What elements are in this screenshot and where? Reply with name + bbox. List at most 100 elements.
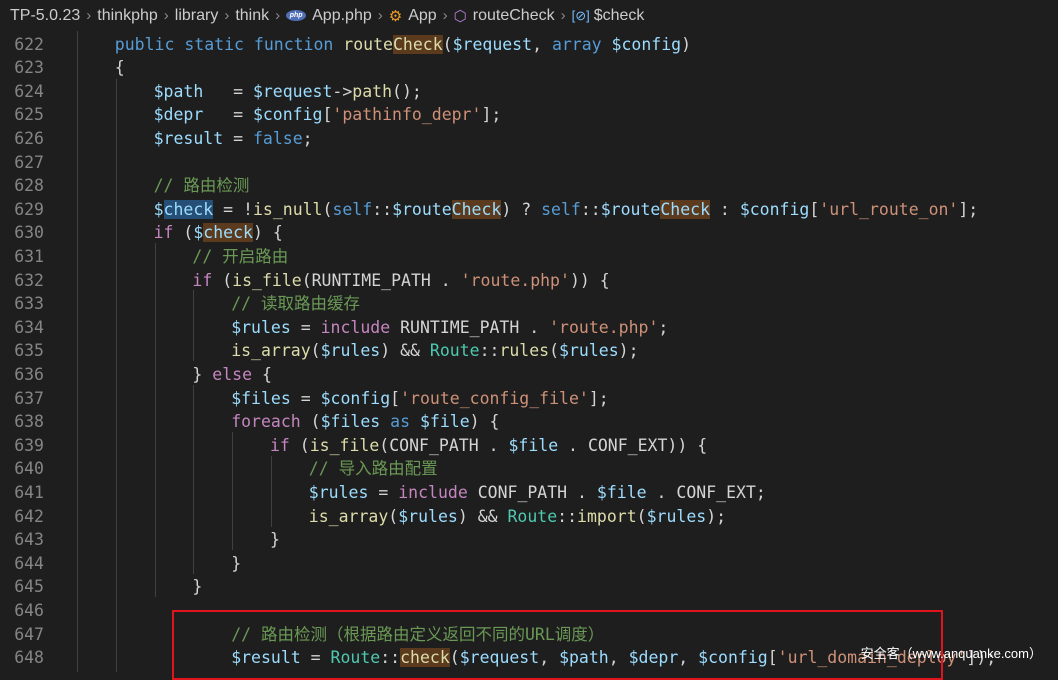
code-token: path bbox=[352, 81, 393, 101]
code-text: if (is_file(CONF_PATH . $file . CONF_EXT… bbox=[270, 434, 707, 458]
code-token: . bbox=[430, 270, 461, 290]
code-text: } else { bbox=[192, 363, 272, 387]
code-token: -> bbox=[332, 81, 353, 101]
code-token: ( bbox=[388, 506, 399, 526]
line-number: 634 bbox=[14, 317, 44, 337]
code-line: 627 bbox=[0, 151, 1058, 175]
code-text: if (is_file(RUNTIME_PATH . 'route.php'))… bbox=[192, 269, 609, 293]
code-line: 633 // 读取路由缓存 bbox=[0, 292, 1058, 316]
code-token: if bbox=[153, 223, 174, 243]
breadcrumb-item-project[interactable]: TP-5.0.23 bbox=[10, 7, 80, 25]
code-token: $config bbox=[252, 105, 323, 125]
code-token: )) { bbox=[569, 270, 610, 290]
code-token: ; bbox=[658, 317, 669, 337]
code-token: = bbox=[368, 482, 399, 502]
code-token: ) { bbox=[252, 223, 283, 243]
code-token: $route bbox=[600, 199, 661, 219]
code-token: (); bbox=[392, 81, 422, 101]
code-token: CONF_PATH bbox=[389, 435, 479, 455]
code-token: [ bbox=[322, 105, 333, 125]
line-number: 623 bbox=[14, 58, 44, 78]
code-token: false bbox=[252, 128, 303, 148]
code-token: ; bbox=[302, 128, 313, 148]
code-token: } bbox=[231, 553, 242, 573]
code-token: Route bbox=[429, 341, 480, 361]
code-token: ) && bbox=[380, 341, 430, 361]
code-token: ( bbox=[300, 412, 321, 432]
code-line: 629 $check = !is_null(self::$routeCheck) … bbox=[0, 198, 1058, 222]
code-token: route bbox=[343, 34, 393, 54]
breadcrumb-item-think[interactable]: think bbox=[235, 7, 269, 25]
line-number: 633 bbox=[14, 294, 44, 314]
code-token: is_array bbox=[231, 341, 311, 361]
code-text: $rules = include RUNTIME_PATH . 'route.p… bbox=[231, 316, 668, 340]
code-token: : bbox=[710, 199, 740, 219]
code-text: // 读取路由缓存 bbox=[231, 292, 360, 316]
code-editor[interactable]: 622 public static function routeCheck($re… bbox=[0, 31, 1058, 672]
code-token: = bbox=[300, 648, 331, 668]
code-token: CONF_PATH bbox=[477, 482, 568, 502]
line-number: 638 bbox=[14, 412, 44, 432]
code-line: 645} bbox=[0, 575, 1058, 599]
code-text: $result = false; bbox=[154, 127, 313, 151]
code-token: ); bbox=[706, 506, 727, 526]
code-token: = bbox=[223, 128, 253, 148]
class-icon: ⚙ bbox=[388, 7, 403, 25]
code-token: is_file bbox=[309, 435, 380, 455]
code-token: $result bbox=[153, 128, 224, 148]
code-token: . bbox=[567, 482, 597, 502]
breadcrumb-item-variable[interactable]: $check bbox=[594, 7, 645, 25]
code-token: , bbox=[678, 648, 699, 668]
code-token: // 路由检测（根据路由定义返回不同的URL调度） bbox=[231, 624, 605, 644]
watermark: 安全客（www.anquanke.com） bbox=[860, 646, 1042, 661]
line-number: 626 bbox=[14, 128, 44, 148]
code-token: :: bbox=[479, 341, 500, 361]
code-token: ( bbox=[636, 506, 647, 526]
breadcrumb-item-class[interactable]: App bbox=[408, 7, 436, 25]
code-token: RUNTIME_PATH bbox=[400, 317, 520, 337]
code-token: ( bbox=[173, 223, 194, 243]
code-token: } bbox=[270, 530, 280, 550]
code-token: $depr bbox=[153, 105, 204, 125]
method-icon: ⬡ bbox=[453, 7, 467, 25]
code-token: 'route.php' bbox=[549, 317, 659, 337]
breadcrumb-item-library[interactable]: library bbox=[175, 7, 219, 25]
code-text: } bbox=[192, 575, 202, 599]
code-token: ); bbox=[618, 341, 639, 361]
code-token: Check bbox=[392, 34, 443, 54]
code-token: CONF_EXT bbox=[676, 482, 756, 502]
code-token: static bbox=[184, 34, 254, 54]
code-line: 624 $path = $request->path(); bbox=[0, 80, 1058, 104]
code-token: // 导入路由配置 bbox=[308, 459, 438, 479]
breadcrumb-item-thinkphp[interactable]: thinkphp bbox=[97, 7, 158, 25]
variable-icon: [⊘] bbox=[571, 7, 590, 23]
code-token: ( bbox=[449, 648, 460, 668]
code-text: $rules = include CONF_PATH . $file . CON… bbox=[309, 481, 766, 505]
line-number: 646 bbox=[14, 600, 44, 620]
code-token: as bbox=[390, 412, 411, 432]
breadcrumb-item-file[interactable]: App.php bbox=[312, 7, 372, 25]
code-line: 625 $depr = $config['pathinfo_depr']; bbox=[0, 103, 1058, 127]
code-token: 'pathinfo_depr' bbox=[332, 105, 482, 125]
code-token: $file bbox=[596, 482, 647, 502]
code-token: $path bbox=[153, 81, 204, 101]
code-token: , bbox=[539, 648, 560, 668]
chevron-right-icon: › bbox=[163, 7, 169, 24]
code-token: $files bbox=[231, 388, 291, 408]
code-line: 636} else { bbox=[0, 363, 1058, 387]
code-token: $depr bbox=[628, 648, 679, 668]
code-text: $check = !is_null(self::$routeCheck) ? s… bbox=[154, 198, 978, 222]
breadcrumb-item-method[interactable]: routeCheck bbox=[473, 7, 555, 25]
code-line: 646 bbox=[0, 599, 1058, 623]
code-token: $request bbox=[459, 648, 540, 668]
line-number: 647 bbox=[14, 624, 44, 644]
line-number: 645 bbox=[14, 577, 44, 597]
chevron-right-icon: › bbox=[377, 7, 383, 24]
code-token: 'route.php' bbox=[460, 270, 570, 290]
code-token: Route bbox=[330, 648, 381, 668]
code-line: 622 public static function routeCheck($re… bbox=[0, 33, 1058, 57]
code-token: Check bbox=[451, 199, 502, 219]
code-token: . bbox=[646, 482, 677, 502]
code-token: 'route_config_file' bbox=[400, 388, 589, 408]
line-number: 639 bbox=[14, 435, 44, 455]
